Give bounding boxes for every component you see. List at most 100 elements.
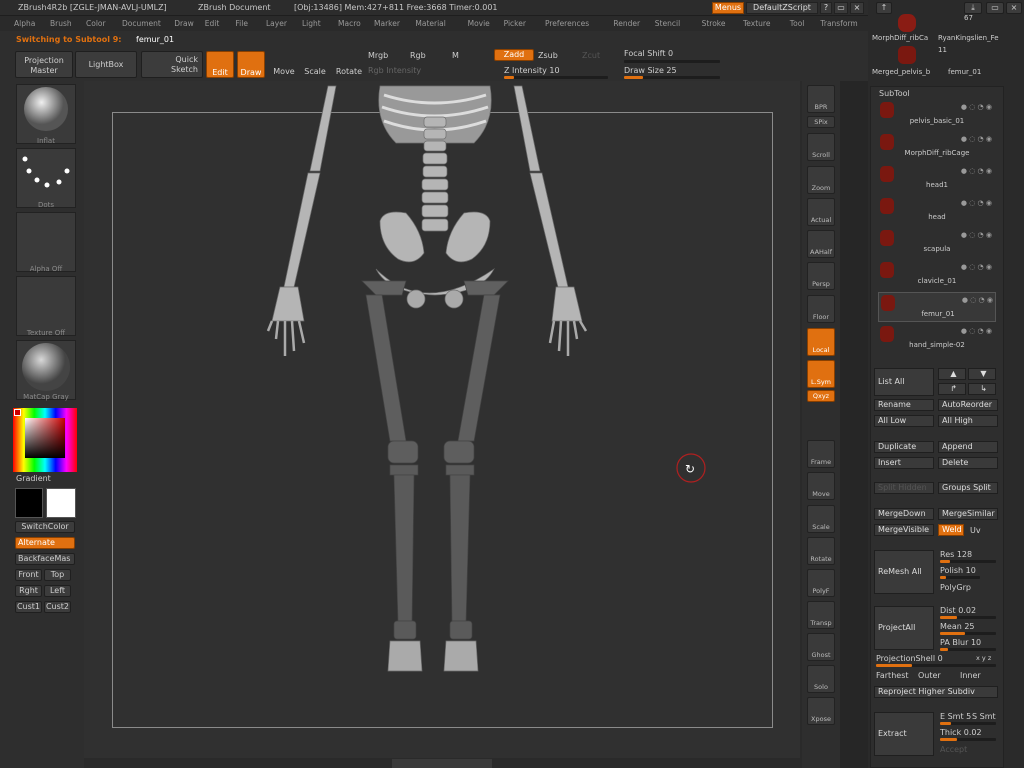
draw-size-slider[interactable]	[624, 76, 720, 79]
right-tool-transp[interactable]: Transp	[807, 601, 835, 629]
right-tool-aahalf[interactable]: AAHalf	[807, 230, 835, 258]
thick-label[interactable]: Thick 0.02	[940, 728, 982, 737]
right-view-button[interactable]: Rght	[15, 585, 42, 597]
menu-document[interactable]: Document	[122, 19, 161, 28]
move-down-icon[interactable]: ▼	[968, 368, 996, 380]
tool-window-icon[interactable]: ▭	[986, 2, 1004, 14]
delete-button[interactable]: Delete	[938, 457, 998, 469]
inner-button[interactable]: Inner	[960, 671, 981, 680]
z-intensity-label[interactable]: Z Intensity 10	[504, 66, 560, 75]
menu-transform[interactable]: Transform	[820, 19, 857, 28]
tool-thumb-label-d[interactable]: femur_01	[948, 68, 981, 76]
edit-button[interactable]: Edit	[206, 51, 234, 78]
right-tool-ghost[interactable]: Ghost	[807, 633, 835, 661]
menu-movie[interactable]: Movie	[468, 19, 490, 28]
menu-layer[interactable]: Layer	[266, 19, 287, 28]
quick-sketch-button[interactable]: Quick Sketch	[141, 51, 203, 78]
color-saturation-square[interactable]	[25, 418, 65, 458]
mean-label[interactable]: Mean 25	[940, 622, 975, 631]
secondary-color-swatch[interactable]	[15, 488, 43, 518]
subtool-item[interactable]: ● ◌ ◔ ◉ femur_01	[878, 292, 996, 322]
all-high-button[interactable]: All High	[938, 415, 998, 427]
m-button[interactable]: M	[452, 51, 459, 60]
skeleton-model[interactable]: ↻	[84, 81, 800, 758]
remesh-all-button[interactable]: ReMesh All	[874, 550, 934, 594]
right-tool-scale[interactable]: Scale	[807, 505, 835, 533]
right-tool-local[interactable]: Local	[807, 328, 835, 356]
menu-macro[interactable]: Macro	[338, 19, 361, 28]
extract-button[interactable]: Extract	[874, 712, 934, 756]
subtool-visibility-icon[interactable]: ● ◌ ◔ ◉	[918, 263, 992, 271]
draw-button[interactable]: Draw	[237, 51, 265, 78]
dist-slider[interactable]	[940, 616, 996, 619]
xyz-toggle[interactable]: x y z	[976, 654, 991, 662]
right-tool-zoom[interactable]: Zoom	[807, 166, 835, 194]
mergedown-button[interactable]: MergeDown	[874, 508, 934, 520]
subtool-title[interactable]: SubTool	[879, 89, 910, 98]
color-picker[interactable]	[13, 408, 77, 472]
polygrp-button[interactable]: PolyGrp	[940, 583, 971, 592]
subtool-visibility-icon[interactable]: ● ◌ ◔ ◉	[918, 167, 992, 175]
polish-label[interactable]: Polish 10	[940, 566, 976, 575]
pa-blur-label[interactable]: PA Blur 10	[940, 638, 981, 647]
help-icon[interactable]: ?	[820, 2, 832, 14]
right-tool-lsym[interactable]: L.Sym	[807, 360, 835, 388]
dist-label[interactable]: Dist 0.02	[940, 606, 976, 615]
right-tool-actual[interactable]: Actual	[807, 198, 835, 226]
e-smt-label[interactable]: E Smt 5	[940, 712, 971, 721]
menu-preferences[interactable]: Preferences	[545, 19, 589, 28]
s-smt-label[interactable]: S Smt	[972, 712, 996, 721]
projection-master-button[interactable]: Projection Master	[15, 51, 73, 78]
z-intensity-slider[interactable]	[504, 76, 608, 79]
menu-picker[interactable]: Picker	[504, 19, 526, 28]
rgb-intensity-label[interactable]: Rgb Intensity	[368, 66, 421, 75]
split-hidden-button[interactable]: Split Hidden	[874, 482, 934, 494]
subtool-visibility-icon[interactable]: ● ◌ ◔ ◉	[918, 199, 992, 207]
tool-export-icon[interactable]: ⤓	[964, 2, 982, 14]
right-tool-scroll[interactable]: Scroll	[807, 133, 835, 161]
mean-slider[interactable]	[940, 632, 996, 635]
material-thumbnail[interactable]	[16, 340, 76, 400]
res-slider[interactable]	[940, 560, 996, 563]
move-button[interactable]: Move	[270, 51, 298, 78]
right-tool-spix[interactable]: SPix	[807, 116, 835, 128]
subtool-visibility-icon[interactable]: ● ◌ ◔ ◉	[918, 327, 992, 335]
menu-texture[interactable]: Texture	[743, 19, 770, 28]
projectionshell-slider[interactable]	[876, 664, 996, 667]
list-all-button[interactable]: List All	[874, 368, 934, 396]
subtool-item[interactable]: ● ◌ ◔ ◉ MorphDiff_ribCage	[878, 132, 996, 162]
minimize-icon[interactable]: ▭	[834, 2, 848, 14]
menu-edit[interactable]: Edit	[205, 19, 220, 28]
weld-button[interactable]: Weld	[938, 524, 964, 536]
menu-stencil[interactable]: Stencil	[655, 19, 680, 28]
zcut-button[interactable]: Zcut	[582, 51, 600, 60]
rotate-button[interactable]: Rotate	[333, 51, 365, 78]
menu-material[interactable]: Material	[415, 19, 445, 28]
tool-thumb-label-a[interactable]: MorphDiff_ribCa	[872, 34, 928, 42]
thick-slider[interactable]	[940, 738, 996, 741]
subtool-item[interactable]: ● ◌ ◔ ◉ pelvis_basic_01	[878, 100, 996, 130]
subtool-item[interactable]: ● ◌ ◔ ◉ hand_simple-02	[878, 324, 996, 354]
move-down-arrow-icon[interactable]: ↳	[968, 383, 996, 395]
backface-mask-button[interactable]: BackfaceMas	[15, 553, 75, 565]
move-up-arrow-icon[interactable]: ↱	[938, 383, 966, 395]
focal-shift-label[interactable]: Focal Shift 0	[624, 49, 673, 58]
right-tool-frame[interactable]: Frame	[807, 440, 835, 468]
zsub-button[interactable]: Zsub	[538, 51, 558, 60]
scale-button[interactable]: Scale	[301, 51, 329, 78]
menu-draw[interactable]: Draw	[174, 19, 194, 28]
close-icon[interactable]: ×	[850, 2, 864, 14]
smt-slider[interactable]	[940, 722, 996, 725]
subtool-item[interactable]: ● ◌ ◔ ◉ head	[878, 196, 996, 226]
subtool-item[interactable]: ● ◌ ◔ ◉ head1	[878, 164, 996, 194]
brush-thumbnail[interactable]	[16, 84, 76, 144]
left-view-button[interactable]: Left	[44, 585, 71, 597]
polish-slider[interactable]	[940, 576, 980, 579]
menu-file[interactable]: File	[235, 19, 248, 28]
rename-button[interactable]: Rename	[874, 399, 934, 411]
right-tool-rotate[interactable]: Rotate	[807, 537, 835, 565]
right-tool-floor[interactable]: Floor	[807, 295, 835, 323]
top-view-button[interactable]: Top	[44, 569, 71, 581]
texture-thumbnail[interactable]	[16, 276, 76, 336]
right-tool-move[interactable]: Move	[807, 472, 835, 500]
